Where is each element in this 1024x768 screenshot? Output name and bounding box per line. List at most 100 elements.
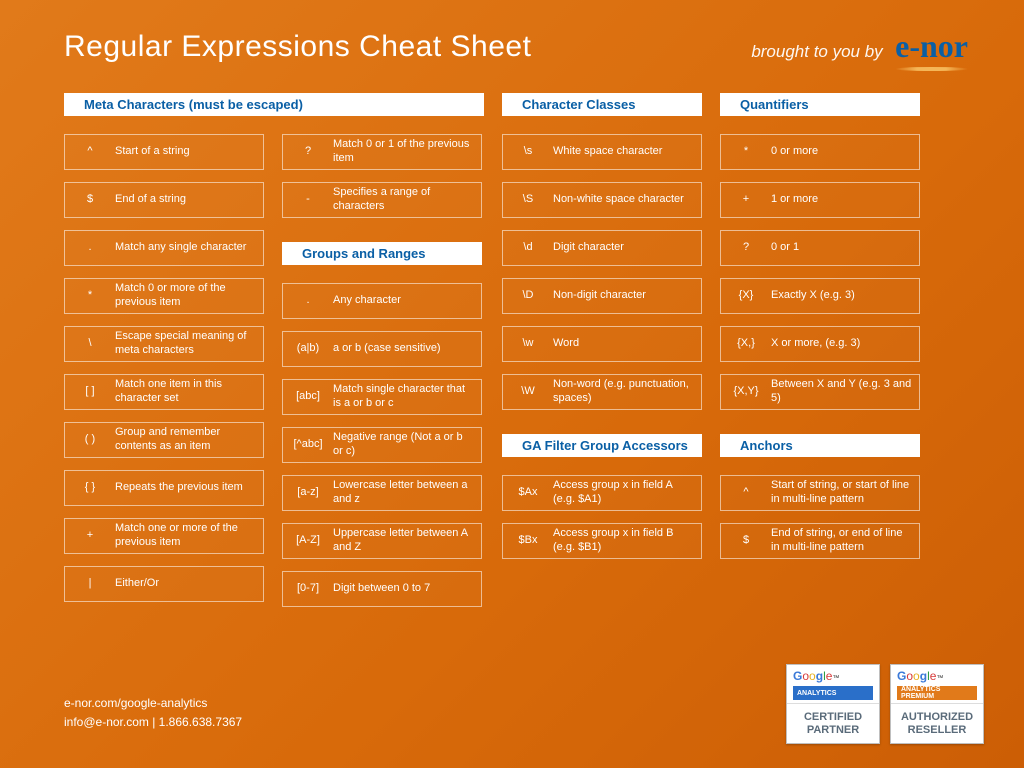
regex-desc: Negative range (Not a or b or c)	[333, 431, 481, 459]
regex-symbol: ^	[721, 486, 771, 500]
regex-desc: Match 0 or 1 of the previous item	[333, 138, 481, 166]
enor-logo: e-nor	[895, 28, 968, 65]
regex-desc: Escape special meaning of meta character…	[115, 330, 263, 358]
regex-item: {X}Exactly X (e.g. 3)	[720, 278, 920, 314]
section-meta: Meta Characters (must be escaped)	[64, 93, 484, 116]
regex-item: ?Match 0 or 1 of the previous item	[282, 134, 482, 170]
regex-desc: Access group x in field B (e.g. $B1)	[553, 527, 701, 555]
regex-symbol: [ ]	[65, 385, 115, 399]
regex-desc: Either/Or	[115, 577, 263, 591]
regex-symbol: \S	[503, 193, 553, 207]
regex-item: [^abc]Negative range (Not a or b or c)	[282, 427, 482, 463]
regex-item: .Any character	[282, 283, 482, 319]
regex-desc: Start of a string	[115, 145, 263, 159]
regex-item: [ ]Match one item in this character set	[64, 374, 264, 410]
regex-symbol: {X}	[721, 289, 771, 303]
regex-desc: Between X and Y (e.g. 3 and 5)	[771, 378, 919, 406]
regex-item: {X,}X or more, (e.g. 3)	[720, 326, 920, 362]
regex-desc: a or b (case sensitive)	[333, 342, 481, 356]
regex-item: ?0 or 1	[720, 230, 920, 266]
regex-symbol: [a-z]	[283, 486, 333, 500]
regex-desc: 0 or 1	[771, 241, 919, 255]
regex-desc: Repeats the previous item	[115, 481, 263, 495]
regex-item: \WNon-word (e.g. punctuation, spaces)	[502, 374, 702, 410]
regex-desc: Exactly X (e.g. 3)	[771, 289, 919, 303]
regex-item: ^Start of a string	[64, 134, 264, 170]
regex-desc: Digit character	[553, 241, 701, 255]
regex-symbol: $Bx	[503, 534, 553, 548]
brought-by: brought to you by	[751, 42, 882, 61]
regex-desc: End of a string	[115, 193, 263, 207]
regex-symbol: {X,}	[721, 337, 771, 351]
regex-symbol: [A-Z]	[283, 534, 333, 548]
regex-symbol: ?	[283, 145, 333, 159]
regex-desc: X or more, (e.g. 3)	[771, 337, 919, 351]
regex-item: [abc]Match single character that is a or…	[282, 379, 482, 415]
regex-item: $End of a string	[64, 182, 264, 218]
regex-item: (a|b)a or b (case sensitive)	[282, 331, 482, 367]
regex-symbol: \w	[503, 337, 553, 351]
regex-item: +1 or more	[720, 182, 920, 218]
regex-item: $BxAccess group x in field B (e.g. $B1)	[502, 523, 702, 559]
regex-symbol: |	[65, 577, 115, 591]
regex-desc: White space character	[553, 145, 701, 159]
regex-desc: Word	[553, 337, 701, 351]
regex-desc: Match any single character	[115, 241, 263, 255]
section-groups: Groups and Ranges	[282, 242, 482, 265]
regex-symbol: *	[721, 145, 771, 159]
regex-symbol: { }	[65, 481, 115, 495]
regex-item: \Escape special meaning of meta characte…	[64, 326, 264, 362]
regex-desc: Digit between 0 to 7	[333, 582, 481, 596]
section-accessors: GA Filter Group Accessors	[502, 434, 702, 457]
regex-symbol: ^	[65, 145, 115, 159]
regex-item: \wWord	[502, 326, 702, 362]
regex-desc: Match 0 or more of the previous item	[115, 282, 263, 310]
regex-desc: Match one or more of the previous item	[115, 522, 263, 550]
regex-desc: Specifies a range of characters	[333, 186, 481, 214]
regex-item: { }Repeats the previous item	[64, 470, 264, 506]
regex-symbol: $Ax	[503, 486, 553, 500]
regex-item: \sWhite space character	[502, 134, 702, 170]
footer-info: info@e-nor.com | 1.866.638.7367	[64, 713, 242, 732]
section-classes: Character Classes	[502, 93, 702, 116]
regex-symbol: [0-7]	[283, 582, 333, 596]
regex-desc: End of string, or end of line in multi-l…	[771, 527, 919, 555]
regex-desc: 0 or more	[771, 145, 919, 159]
regex-item: +Match one or more of the previous item	[64, 518, 264, 554]
regex-symbol: *	[65, 289, 115, 303]
regex-desc: Access group x in field A (e.g. $A1)	[553, 479, 701, 507]
footer-url: e-nor.com/google-analytics	[64, 694, 242, 713]
page-title: Regular Expressions Cheat Sheet	[64, 30, 531, 64]
regex-item: $AxAccess group x in field A (e.g. $A1)	[502, 475, 702, 511]
badge-certified-partner: Google™ ANALYTICS CERTIFIED PARTNER	[786, 664, 880, 744]
regex-desc: Start of string, or start of line in mul…	[771, 479, 919, 507]
regex-symbol: $	[721, 534, 771, 548]
regex-item: *Match 0 or more of the previous item	[64, 278, 264, 314]
badge-authorized-reseller: Google™ ANALYTICS PREMIUM AUTHORIZED RES…	[890, 664, 984, 744]
brand-block: brought to you by e-nor	[751, 28, 968, 65]
regex-item: [a-z]Lowercase letter between a and z	[282, 475, 482, 511]
regex-symbol: {X,Y}	[721, 385, 771, 399]
regex-symbol: \	[65, 337, 115, 351]
content-columns: Meta Characters (must be escaped) ^Start…	[64, 93, 968, 619]
regex-item: |Either/Or	[64, 566, 264, 602]
regex-symbol: \W	[503, 385, 553, 399]
regex-item: .Match any single character	[64, 230, 264, 266]
regex-desc: Match one item in this character set	[115, 378, 263, 406]
regex-item: {X,Y}Between X and Y (e.g. 3 and 5)	[720, 374, 920, 410]
regex-symbol: \D	[503, 289, 553, 303]
meta-col-2: ?Match 0 or 1 of the previous item-Speci…	[282, 134, 482, 619]
regex-symbol: [^abc]	[283, 438, 333, 452]
regex-symbol: \s	[503, 145, 553, 159]
regex-desc: Non-digit character	[553, 289, 701, 303]
regex-item: \SNon-white space character	[502, 182, 702, 218]
regex-symbol: +	[721, 193, 771, 207]
regex-item: ( )Group and remember contents as an ite…	[64, 422, 264, 458]
regex-desc: 1 or more	[771, 193, 919, 207]
footer-contact: e-nor.com/google-analytics info@e-nor.co…	[64, 694, 242, 732]
regex-item: \dDigit character	[502, 230, 702, 266]
regex-symbol: $	[65, 193, 115, 207]
regex-desc: Any character	[333, 294, 481, 308]
regex-symbol: ( )	[65, 433, 115, 447]
regex-symbol: .	[65, 241, 115, 255]
